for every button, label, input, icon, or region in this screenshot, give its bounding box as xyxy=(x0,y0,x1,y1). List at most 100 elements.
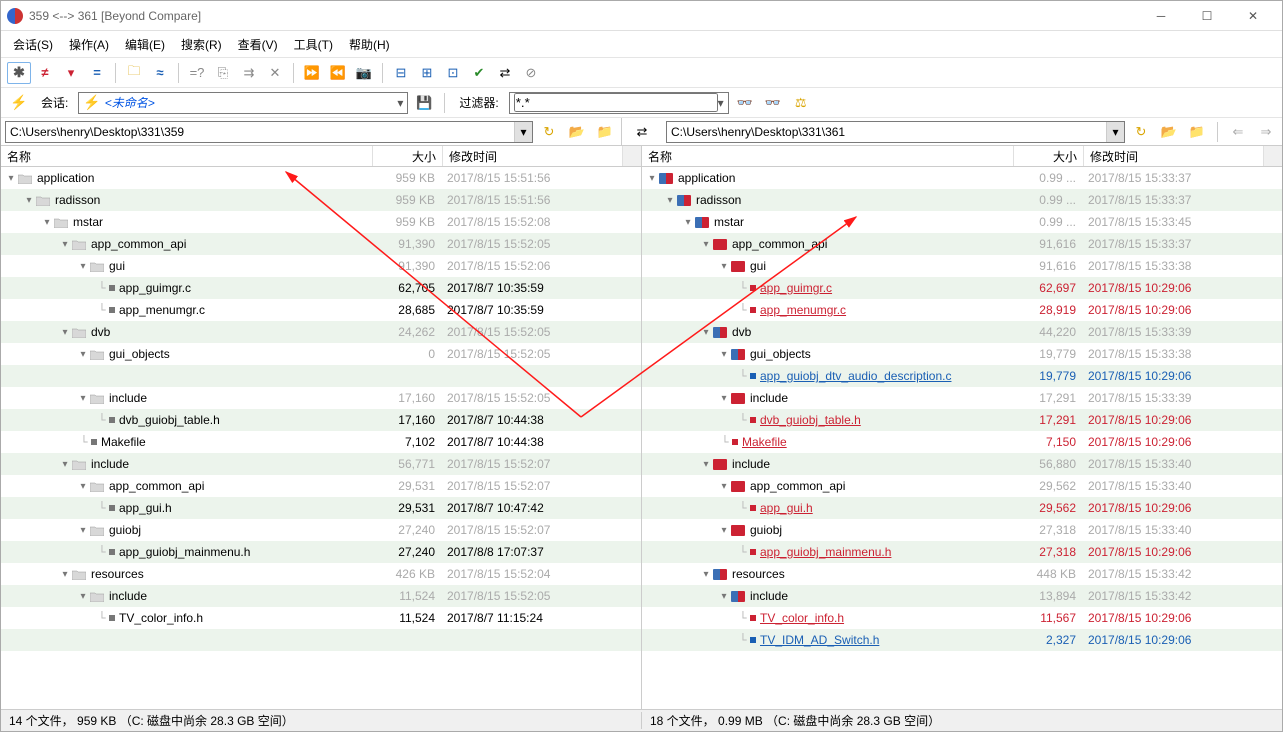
left-col-name[interactable]: 名称 xyxy=(1,146,373,166)
tree-row[interactable]: └app_menumgr.c28,6852017/8/7 10:35:59 xyxy=(1,299,641,321)
tree-row[interactable] xyxy=(1,629,641,651)
tree-row[interactable]: ▾resources426 KB2017/8/15 15:52:04 xyxy=(1,563,641,585)
delete-button[interactable]: ✕ xyxy=(263,62,287,84)
tree-row[interactable]: ▾mstar959 KB2017/8/15 15:52:08 xyxy=(1,211,641,233)
tree-row[interactable]: ▾mstar0.99 ...2017/8/15 15:33:45 xyxy=(642,211,1282,233)
sort-button[interactable]: ⊡ xyxy=(441,62,465,84)
tree-row[interactable]: └app_guiobj_mainmenu.h27,3182017/8/15 10… xyxy=(642,541,1282,563)
tree-row[interactable]: └TV_color_info.h11,5242017/8/7 11:15:24 xyxy=(1,607,641,629)
nav-back-button[interactable]: ⇐ xyxy=(1226,121,1250,143)
tree-row[interactable]: └Makefile7,1502017/8/15 10:29:06 xyxy=(642,431,1282,453)
expand-icon[interactable]: ▾ xyxy=(700,327,712,338)
compare-rule-button[interactable]: =? xyxy=(185,62,209,84)
filter-input[interactable] xyxy=(514,93,718,112)
tree-row[interactable]: ▾application0.99 ...2017/8/15 15:33:37 xyxy=(642,167,1282,189)
tree-row[interactable]: └app_menumgr.c28,9192017/8/15 10:29:06 xyxy=(642,299,1282,321)
show-diff-button[interactable]: ≠ xyxy=(33,62,57,84)
maximize-button[interactable]: ☐ xyxy=(1184,2,1230,30)
tree-row[interactable]: ▾include56,7712017/8/15 15:52:07 xyxy=(1,453,641,475)
tree-row[interactable]: ▾gui91,6162017/8/15 15:33:38 xyxy=(642,255,1282,277)
glasses-icon[interactable]: 👓 xyxy=(733,92,757,114)
session-combo[interactable]: ⚡ <未命名> ▾ xyxy=(78,92,408,114)
tree-row[interactable]: ▾include56,8802017/8/15 15:33:40 xyxy=(642,453,1282,475)
tree-row[interactable]: ▾app_common_api91,6162017/8/15 15:33:37 xyxy=(642,233,1282,255)
tree-row[interactable]: ▾guiobj27,2402017/8/15 15:52:07 xyxy=(1,519,641,541)
expand-icon[interactable]: ▾ xyxy=(718,481,730,492)
refresh-button[interactable]: ✔ xyxy=(467,62,491,84)
columns-button[interactable]: ⊞ xyxy=(415,62,439,84)
right-browse-button[interactable]: 📂 xyxy=(1157,121,1181,143)
expand-icon[interactable]: ▾ xyxy=(59,459,71,470)
copy-button[interactable]: ⎘ xyxy=(211,62,235,84)
expand-icon[interactable]: ▾ xyxy=(77,591,89,602)
show-all-button[interactable]: ✱ xyxy=(7,62,31,84)
right-col-date[interactable]: 修改时间 xyxy=(1084,146,1264,166)
menu-actions[interactable]: 操作(A) xyxy=(61,32,117,57)
right-path-dropdown[interactable]: ▾ xyxy=(1106,122,1124,142)
expand-icon[interactable]: ▾ xyxy=(700,569,712,580)
left-reload-button[interactable]: ↻ xyxy=(537,121,561,143)
tree-row[interactable]: ▾guiobj27,3182017/8/15 15:33:40 xyxy=(642,519,1282,541)
expand-icon[interactable]: ▾ xyxy=(77,525,89,536)
tree-row[interactable]: └TV_IDM_AD_Switch.h2,3272017/8/15 10:29:… xyxy=(642,629,1282,651)
tree-row[interactable]: ▾include17,1602017/8/15 15:52:05 xyxy=(1,387,641,409)
move-button[interactable]: ⇉ xyxy=(237,62,261,84)
tree-row[interactable]: ▾resources448 KB2017/8/15 15:33:42 xyxy=(642,563,1282,585)
expand-icon[interactable]: ▾ xyxy=(646,173,658,184)
tree-row[interactable]: └app_gui.h29,5622017/8/15 10:29:06 xyxy=(642,497,1282,519)
expand-icon[interactable]: ▾ xyxy=(77,393,89,404)
right-path-combo[interactable]: ▾ xyxy=(666,121,1125,143)
right-up-button[interactable]: 📁 xyxy=(1185,121,1209,143)
nav-fwd-button[interactable]: ⇒ xyxy=(1254,121,1278,143)
expand-icon[interactable]: ▾ xyxy=(718,261,730,272)
bolt-icon[interactable]: ⚡ xyxy=(7,92,31,114)
menu-search[interactable]: 搜索(R) xyxy=(173,32,230,57)
expand-icon[interactable]: ▾ xyxy=(718,525,730,536)
left-browse-button[interactable]: 📂 xyxy=(565,121,589,143)
show-same-button[interactable]: = xyxy=(85,62,109,84)
collapse-all-button[interactable]: ⏪ xyxy=(326,62,350,84)
close-button[interactable]: ✕ xyxy=(1230,2,1276,30)
tree-row[interactable]: ▾app_common_api29,5312017/8/15 15:52:07 xyxy=(1,475,641,497)
expand-icon[interactable]: ▾ xyxy=(77,481,89,492)
left-col-date[interactable]: 修改时间 xyxy=(443,146,623,166)
filter-combo[interactable]: ▾ xyxy=(509,92,729,114)
tree-row[interactable]: ▾dvb24,2622017/8/15 15:52:05 xyxy=(1,321,641,343)
tree-row[interactable] xyxy=(1,365,641,387)
tree-row[interactable]: ▾include17,2912017/8/15 15:33:39 xyxy=(642,387,1282,409)
expand-icon[interactable]: ▾ xyxy=(718,591,730,602)
swap-sides-button[interactable]: ⇄ xyxy=(630,121,654,143)
tree-row[interactable]: ▾radisson0.99 ...2017/8/15 15:33:37 xyxy=(642,189,1282,211)
glasses-off-icon[interactable]: 👓 xyxy=(761,92,785,114)
tree-row[interactable]: └app_guiobj_dtv_audio_description.c19,77… xyxy=(642,365,1282,387)
tree-row[interactable]: ▾gui_objects02017/8/15 15:52:05 xyxy=(1,343,641,365)
right-col-name[interactable]: 名称 xyxy=(642,146,1014,166)
left-path-combo[interactable]: ▾ xyxy=(5,121,533,143)
tree-row[interactable]: └app_guimgr.c62,6972017/8/15 10:29:06 xyxy=(642,277,1282,299)
expand-icon[interactable]: ▾ xyxy=(700,459,712,470)
tree-row[interactable]: ▾radisson959 KB2017/8/15 15:51:56 xyxy=(1,189,641,211)
expand-icon[interactable]: ▾ xyxy=(718,349,730,360)
tree-row[interactable]: └dvb_guiobj_table.h17,1602017/8/7 10:44:… xyxy=(1,409,641,431)
expand-icon[interactable]: ▾ xyxy=(23,195,35,206)
swap-button[interactable]: ⇄ xyxy=(493,62,517,84)
tree-row[interactable]: ▾gui_objects19,7792017/8/15 15:33:38 xyxy=(642,343,1282,365)
expand-icon[interactable]: ▾ xyxy=(700,239,712,250)
expand-icon[interactable]: ▾ xyxy=(664,195,676,206)
minimize-button[interactable]: ─ xyxy=(1138,2,1184,30)
menu-help[interactable]: 帮助(H) xyxy=(341,32,398,57)
expand-icon[interactable]: ▾ xyxy=(41,217,53,228)
flat-button[interactable]: ≈ xyxy=(148,62,172,84)
structure-button[interactable]: 🗀 xyxy=(122,62,146,84)
left-tree-pane[interactable]: ▾application959 KB2017/8/15 15:51:56▾rad… xyxy=(1,167,642,709)
expand-icon[interactable]: ▾ xyxy=(5,173,17,184)
expand-icon[interactable]: ▾ xyxy=(77,349,89,360)
expand-all-button[interactable]: ⏩ xyxy=(300,62,324,84)
show-diff-minor-button[interactable]: ▾ xyxy=(59,62,83,84)
tree-row[interactable]: ▾application959 KB2017/8/15 15:51:56 xyxy=(1,167,641,189)
expand-icon[interactable]: ▾ xyxy=(682,217,694,228)
tree-row[interactable]: ▾app_common_api91,3902017/8/15 15:52:05 xyxy=(1,233,641,255)
menu-tools[interactable]: 工具(T) xyxy=(286,32,341,57)
right-reload-button[interactable]: ↻ xyxy=(1129,121,1153,143)
balance-icon[interactable]: ⚖ xyxy=(789,92,813,114)
